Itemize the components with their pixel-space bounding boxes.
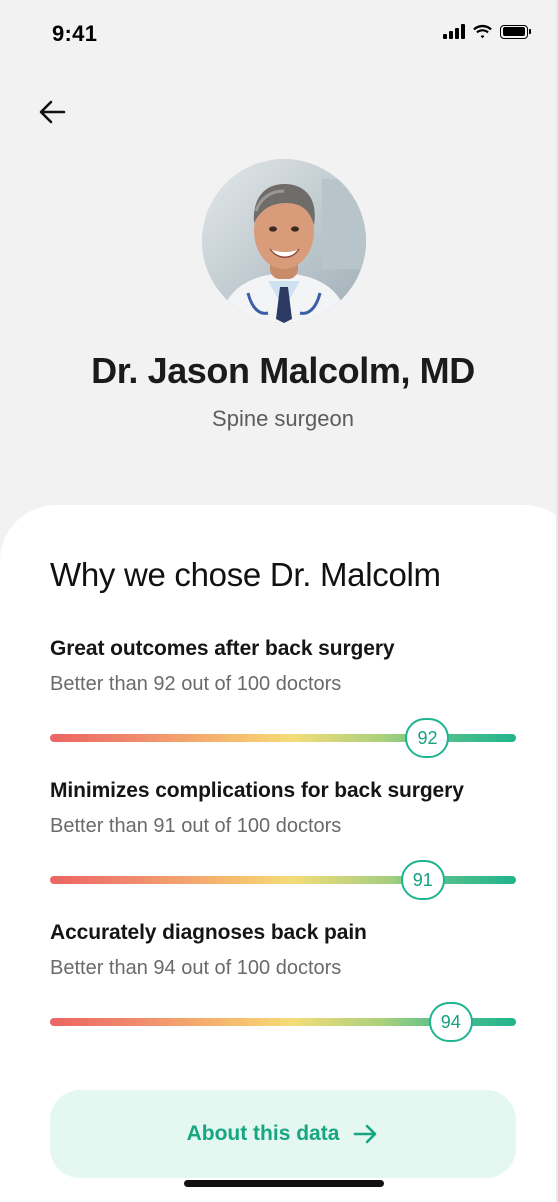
metric-subtitle: Better than 92 out of 100 doctors — [50, 673, 342, 695]
about-this-data-button[interactable]: About this data — [50, 1090, 516, 1178]
metric-subtitle: Better than 94 out of 100 doctors — [50, 957, 342, 979]
status-icons — [443, 24, 531, 39]
doctor-portrait-image — [202, 159, 366, 323]
score-bubble: 94 — [428, 1002, 473, 1042]
home-indicator — [184, 1180, 384, 1187]
arrow-right-icon — [354, 1124, 377, 1144]
metric-subtitle: Better than 91 out of 100 doctors — [50, 815, 342, 837]
metric-title: Accurately diagnoses back pain — [50, 921, 367, 944]
score-bubble: 92 — [405, 718, 450, 758]
wifi-icon — [473, 24, 492, 39]
metric-complications: Minimizes complications for back surgery… — [50, 779, 520, 900]
about-button-label: About this data — [186, 1122, 340, 1145]
doctor-profile-screen: 9:41 Dr. Jason Malcolm, MD Spine surgeon… — [0, 0, 556, 1202]
score-gradient-track — [50, 876, 516, 884]
score-bubble: 91 — [400, 860, 445, 900]
battery-icon — [500, 24, 531, 39]
doctor-name: Dr. Jason Malcolm, MD — [91, 350, 475, 391]
metric-diagnosis: Accurately diagnoses back pain Better th… — [50, 921, 520, 1042]
back-arrow-icon[interactable] — [36, 96, 68, 128]
doctor-specialty: Spine surgeon — [212, 406, 354, 431]
metric-title: Minimizes complications for back surgery — [50, 779, 464, 802]
status-time: 9:41 — [52, 21, 98, 46]
card-title: Why we chose Dr. Malcolm — [50, 556, 441, 593]
score-bar: 91 — [50, 860, 516, 900]
cellular-signal-icon — [443, 24, 465, 39]
score-bar: 92 — [50, 718, 516, 758]
avatar — [202, 159, 366, 323]
metric-outcomes: Great outcomes after back surgery Better… — [50, 637, 520, 758]
score-bar: 94 — [50, 1002, 516, 1042]
status-bar: 9:41 — [0, 0, 556, 66]
metric-title: Great outcomes after back surgery — [50, 637, 395, 660]
